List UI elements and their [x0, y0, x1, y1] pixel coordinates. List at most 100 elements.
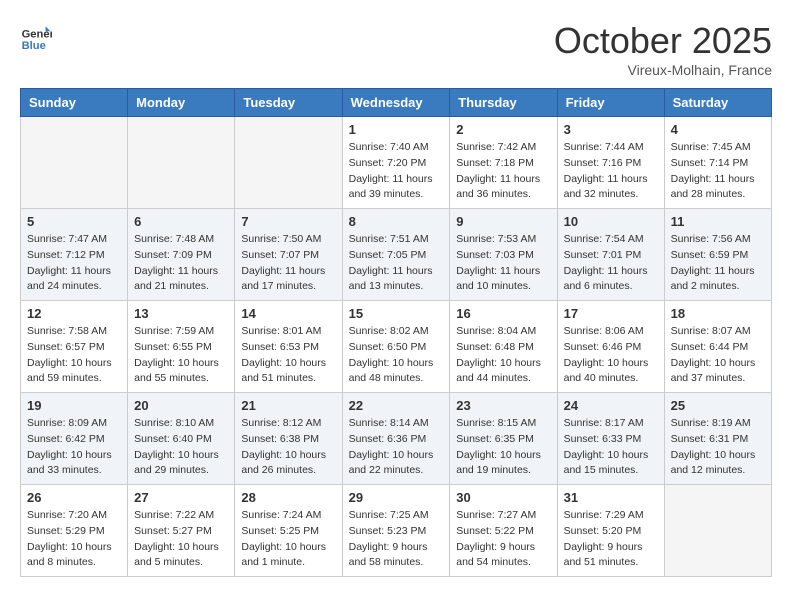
calendar-day-cell: 2 Sunrise: 7:42 AM Sunset: 7:18 PM Daylig…: [450, 117, 557, 209]
calendar-day-cell: [235, 117, 342, 209]
day-number: 2: [456, 122, 550, 137]
day-number: 19: [27, 398, 121, 413]
day-info: Sunrise: 8:17 AM Sunset: 6:33 PM Dayligh…: [564, 416, 658, 479]
day-number: 13: [134, 306, 228, 321]
calendar-day-cell: 19 Sunrise: 8:09 AM Sunset: 6:42 PM Dayli…: [21, 393, 128, 485]
calendar-day-cell: 17Sunrise: 8:06 AM Sunset: 6:46 PM Dayli…: [557, 301, 664, 393]
weekday-header-friday: Friday: [557, 89, 664, 117]
calendar-day-cell: 31 Sunrise: 7:29 AM Sunset: 5:20 PM Dayli…: [557, 485, 664, 577]
day-number: 28: [241, 490, 335, 505]
day-number: 4: [671, 122, 765, 137]
location: Vireux-Molhain, France: [554, 62, 772, 78]
day-number: 30: [456, 490, 550, 505]
weekday-header-wednesday: Wednesday: [342, 89, 450, 117]
calendar-day-cell: 11Sunrise: 7:56 AM Sunset: 6:59 PM Dayli…: [664, 209, 771, 301]
day-info: Sunrise: 7:54 AM Sunset: 7:01 PM Dayligh…: [564, 232, 658, 295]
calendar-week-row: 12Sunrise: 7:58 AM Sunset: 6:57 PM Dayli…: [21, 301, 772, 393]
calendar-week-row: 19 Sunrise: 8:09 AM Sunset: 6:42 PM Dayli…: [21, 393, 772, 485]
logo-icon: General Blue: [20, 20, 52, 52]
day-info: Sunrise: 7:42 AM Sunset: 7:18 PM Dayligh…: [456, 140, 550, 203]
calendar-day-cell: 20Sunrise: 8:10 AM Sunset: 6:40 PM Dayli…: [128, 393, 235, 485]
day-info: Sunrise: 8:10 AM Sunset: 6:40 PM Dayligh…: [134, 416, 228, 479]
calendar-day-cell: [664, 485, 771, 577]
day-info: Sunrise: 8:01 AM Sunset: 6:53 PM Dayligh…: [241, 324, 335, 387]
calendar-day-cell: 26 Sunrise: 7:20 AM Sunset: 5:29 PM Dayli…: [21, 485, 128, 577]
day-info: Sunrise: 7:50 AM Sunset: 7:07 PM Dayligh…: [241, 232, 335, 295]
calendar-day-cell: 3Sunrise: 7:44 AM Sunset: 7:16 PM Daylig…: [557, 117, 664, 209]
calendar-day-cell: 12Sunrise: 7:58 AM Sunset: 6:57 PM Dayli…: [21, 301, 128, 393]
day-info: Sunrise: 7:47 AM Sunset: 7:12 PM Dayligh…: [27, 232, 121, 295]
calendar-day-cell: 7 Sunrise: 7:50 AM Sunset: 7:07 PM Daylig…: [235, 209, 342, 301]
title-block: October 2025 Vireux-Molhain, France: [554, 20, 772, 78]
day-number: 10: [564, 214, 658, 229]
month-title: October 2025: [554, 20, 772, 62]
calendar-day-cell: 30 Sunrise: 7:27 AM Sunset: 5:22 PM Dayli…: [450, 485, 557, 577]
calendar-day-cell: 10 Sunrise: 7:54 AM Sunset: 7:01 PM Dayli…: [557, 209, 664, 301]
day-number: 23: [456, 398, 550, 413]
calendar-week-row: 26 Sunrise: 7:20 AM Sunset: 5:29 PM Dayli…: [21, 485, 772, 577]
day-number: 9: [456, 214, 550, 229]
day-number: 5: [27, 214, 121, 229]
weekday-header-row: SundayMondayTuesdayWednesdayThursdayFrid…: [21, 89, 772, 117]
day-info: Sunrise: 7:59 AM Sunset: 6:55 PM Dayligh…: [134, 324, 228, 387]
calendar-day-cell: [128, 117, 235, 209]
weekday-header-saturday: Saturday: [664, 89, 771, 117]
day-number: 16: [456, 306, 550, 321]
day-info: Sunrise: 7:20 AM Sunset: 5:29 PM Dayligh…: [27, 508, 121, 571]
calendar-day-cell: 16 Sunrise: 8:04 AM Sunset: 6:48 PM Dayli…: [450, 301, 557, 393]
calendar-day-cell: 28 Sunrise: 7:24 AM Sunset: 5:25 PM Dayli…: [235, 485, 342, 577]
day-number: 29: [349, 490, 444, 505]
calendar-week-row: 5 Sunrise: 7:47 AM Sunset: 7:12 PM Daylig…: [21, 209, 772, 301]
day-number: 1: [349, 122, 444, 137]
weekday-header-monday: Monday: [128, 89, 235, 117]
day-number: 17: [564, 306, 658, 321]
day-number: 12: [27, 306, 121, 321]
day-info: Sunrise: 7:24 AM Sunset: 5:25 PM Dayligh…: [241, 508, 335, 571]
day-info: Sunrise: 8:14 AM Sunset: 6:36 PM Dayligh…: [349, 416, 444, 479]
calendar-day-cell: 18 Sunrise: 8:07 AM Sunset: 6:44 PM Dayli…: [664, 301, 771, 393]
day-info: Sunrise: 8:15 AM Sunset: 6:35 PM Dayligh…: [456, 416, 550, 479]
calendar-day-cell: 29Sunrise: 7:25 AM Sunset: 5:23 PM Dayli…: [342, 485, 450, 577]
day-number: 26: [27, 490, 121, 505]
day-number: 8: [349, 214, 444, 229]
day-info: Sunrise: 7:45 AM Sunset: 7:14 PM Dayligh…: [671, 140, 765, 203]
day-number: 21: [241, 398, 335, 413]
day-info: Sunrise: 7:22 AM Sunset: 5:27 PM Dayligh…: [134, 508, 228, 571]
day-info: Sunrise: 8:19 AM Sunset: 6:31 PM Dayligh…: [671, 416, 765, 479]
weekday-header-thursday: Thursday: [450, 89, 557, 117]
day-info: Sunrise: 7:53 AM Sunset: 7:03 PM Dayligh…: [456, 232, 550, 295]
calendar-day-cell: 24 Sunrise: 8:17 AM Sunset: 6:33 PM Dayli…: [557, 393, 664, 485]
day-number: 18: [671, 306, 765, 321]
svg-text:Blue: Blue: [22, 40, 46, 52]
day-number: 24: [564, 398, 658, 413]
day-info: Sunrise: 7:56 AM Sunset: 6:59 PM Dayligh…: [671, 232, 765, 295]
calendar-day-cell: 23 Sunrise: 8:15 AM Sunset: 6:35 PM Dayli…: [450, 393, 557, 485]
day-info: Sunrise: 7:44 AM Sunset: 7:16 PM Dayligh…: [564, 140, 658, 203]
calendar-day-cell: [21, 117, 128, 209]
calendar-day-cell: 13 Sunrise: 7:59 AM Sunset: 6:55 PM Dayli…: [128, 301, 235, 393]
weekday-header-sunday: Sunday: [21, 89, 128, 117]
calendar-day-cell: 9 Sunrise: 7:53 AM Sunset: 7:03 PM Daylig…: [450, 209, 557, 301]
day-info: Sunrise: 8:04 AM Sunset: 6:48 PM Dayligh…: [456, 324, 550, 387]
calendar-day-cell: 1Sunrise: 7:40 AM Sunset: 7:20 PM Daylig…: [342, 117, 450, 209]
day-number: 27: [134, 490, 228, 505]
calendar-day-cell: 14Sunrise: 8:01 AM Sunset: 6:53 PM Dayli…: [235, 301, 342, 393]
day-info: Sunrise: 7:51 AM Sunset: 7:05 PM Dayligh…: [349, 232, 444, 295]
calendar-day-cell: 4 Sunrise: 7:45 AM Sunset: 7:14 PM Daylig…: [664, 117, 771, 209]
calendar-day-cell: 22 Sunrise: 8:14 AM Sunset: 6:36 PM Dayli…: [342, 393, 450, 485]
day-info: Sunrise: 7:48 AM Sunset: 7:09 PM Dayligh…: [134, 232, 228, 295]
day-number: 31: [564, 490, 658, 505]
day-info: Sunrise: 7:29 AM Sunset: 5:20 PM Dayligh…: [564, 508, 658, 571]
calendar-day-cell: 8 Sunrise: 7:51 AM Sunset: 7:05 PM Daylig…: [342, 209, 450, 301]
calendar-day-cell: 25 Sunrise: 8:19 AM Sunset: 6:31 PM Dayli…: [664, 393, 771, 485]
day-info: Sunrise: 8:07 AM Sunset: 6:44 PM Dayligh…: [671, 324, 765, 387]
day-info: Sunrise: 8:02 AM Sunset: 6:50 PM Dayligh…: [349, 324, 444, 387]
logo: General Blue: [20, 20, 52, 52]
day-number: 7: [241, 214, 335, 229]
day-info: Sunrise: 8:09 AM Sunset: 6:42 PM Dayligh…: [27, 416, 121, 479]
day-number: 15: [349, 306, 444, 321]
day-info: Sunrise: 7:27 AM Sunset: 5:22 PM Dayligh…: [456, 508, 550, 571]
weekday-header-tuesday: Tuesday: [235, 89, 342, 117]
day-number: 25: [671, 398, 765, 413]
day-number: 22: [349, 398, 444, 413]
